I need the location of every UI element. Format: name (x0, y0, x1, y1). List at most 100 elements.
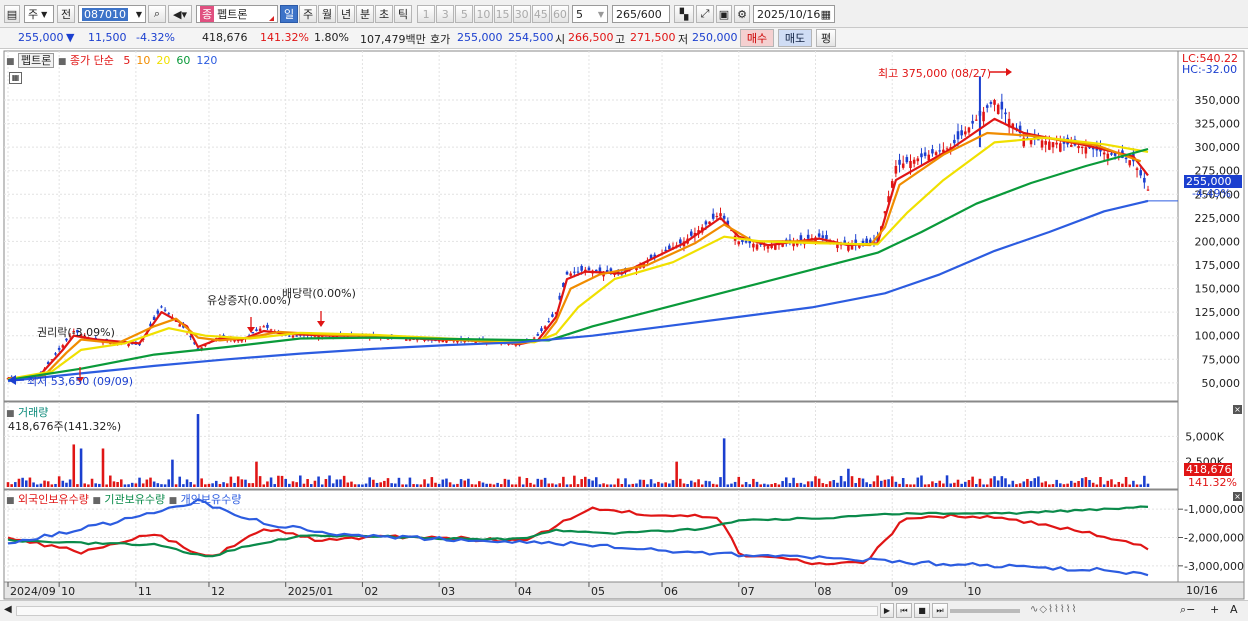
volume-bar (1124, 476, 1128, 487)
high-label: 고 (615, 33, 626, 46)
volume-bar (547, 483, 551, 487)
zoom-slider[interactable] (950, 609, 1020, 613)
volume-bar (828, 481, 832, 487)
volume-bar (233, 482, 236, 487)
minute-option-4[interactable]: 15 (493, 5, 512, 23)
stock-name-field[interactable]: 종 펩트론 (196, 5, 278, 23)
individual-title: 개인보유수량 (180, 493, 242, 506)
volume-bar (309, 484, 313, 487)
minute-option-7[interactable]: 60 (550, 5, 569, 23)
volume-bar (1095, 484, 1099, 487)
minute-option-3[interactable]: 10 (474, 5, 493, 23)
search-icon[interactable]: ⌕ (148, 5, 166, 23)
candle-body (288, 335, 291, 337)
candle-body (291, 335, 295, 338)
zoom-out-icon[interactable]: ⌕− (1180, 603, 1195, 617)
volume-bar (507, 479, 510, 487)
period-tab-2[interactable]: 월 (318, 5, 336, 23)
volume-bar (1011, 480, 1015, 487)
x-tick-label: 06 (664, 585, 678, 598)
stop-icon[interactable]: ■ (914, 603, 930, 618)
period-tab-5[interactable]: 초 (375, 5, 393, 23)
count-field[interactable]: 265/600 (612, 5, 670, 23)
volume-bar (430, 477, 434, 487)
count-value: 265 (616, 7, 637, 21)
grid-toggle-icon[interactable]: ▦ (9, 72, 22, 84)
price-change: 11,500 (88, 31, 127, 44)
volume-bar (562, 476, 565, 487)
zoom-in-icon[interactable]: + (1210, 603, 1219, 616)
period-tab-4[interactable]: 분 (356, 5, 374, 23)
volume-bar (781, 481, 784, 487)
period-tab-0[interactable]: 일 (280, 5, 298, 23)
candle-body (909, 160, 912, 169)
volume-bar (609, 484, 613, 487)
chevron-down-icon: ▼ (597, 9, 604, 19)
buy-button[interactable]: 매수 (740, 29, 774, 47)
price-tick-label: 225,000 (1195, 212, 1241, 225)
volume-bar (255, 461, 258, 487)
volume-bar (368, 477, 372, 487)
date-field[interactable]: 2025/10/16 ▦ (753, 5, 835, 23)
minute-option-5[interactable]: 30 (512, 5, 531, 23)
volume-bar (766, 484, 770, 487)
volume-bar (1084, 477, 1088, 487)
save-icon[interactable]: ▣ (716, 5, 732, 23)
chart-area[interactable]: 50,000 75,000 100,000 125,000 150,000 175,000… (0, 49, 1248, 600)
volume-bar (39, 483, 43, 487)
volume-bar (21, 477, 24, 487)
volume-bar (916, 477, 920, 487)
play-icon[interactable]: ▶ (880, 603, 894, 618)
period-tab-1[interactable]: 주 (299, 5, 317, 23)
scroll-left-icon[interactable]: ◀ (4, 604, 12, 615)
minute-select[interactable]: 5 ▼ (572, 5, 608, 23)
volume-bar (295, 482, 298, 487)
close-icon[interactable]: × (1233, 492, 1242, 501)
draw-tools-icon[interactable]: ∿◇⌇⌇⌇⌇⌇ (1030, 604, 1077, 615)
period-tab-3[interactable]: 년 (337, 5, 355, 23)
candle-body (540, 328, 543, 331)
layout-icon[interactable]: ▤ (4, 5, 20, 23)
volume-bar (631, 483, 635, 487)
period-tabs: 일주월년분초틱 (280, 5, 414, 23)
volume-bar (1139, 484, 1142, 487)
volume-bar (452, 484, 456, 487)
minute-option-1[interactable]: 3 (436, 5, 455, 23)
calendar-icon[interactable]: ▦ (821, 8, 831, 21)
skip-back-icon[interactable]: ⏮ (896, 603, 912, 618)
chart-tool-icon[interactable]: ⤢ (696, 5, 714, 23)
candle-body (817, 233, 821, 237)
mode-select[interactable]: 주 ▼ (24, 5, 54, 23)
candle-body (989, 102, 993, 104)
code-input[interactable]: 087010 ▼ (78, 5, 146, 23)
gear-icon[interactable]: ⚙ (734, 5, 750, 23)
volume-bar (390, 483, 393, 487)
minute-option-2[interactable]: 5 (455, 5, 474, 23)
font-size-icon[interactable]: A (1230, 603, 1238, 616)
event-dividend-label: 배당락(0.00%) (282, 287, 356, 300)
close-icon[interactable]: × (1233, 405, 1242, 414)
sell-button[interactable]: 매도 (778, 29, 812, 47)
volume-bar (558, 483, 562, 487)
candle-body (923, 152, 927, 156)
candle-body (711, 213, 715, 219)
volume-tick-label: 5,000K (1185, 430, 1224, 443)
x-tick-label: 08 (818, 585, 832, 598)
minute-option-6[interactable]: 45 (531, 5, 550, 23)
prefix-button[interactable]: 전 (57, 5, 75, 23)
ma-title: 종가 단순 (69, 54, 114, 67)
bar-settings-icon[interactable]: ▚ (674, 5, 694, 23)
volume-bar (974, 484, 978, 487)
speaker-icon[interactable]: ◀▾ (168, 5, 192, 23)
volume-bar (642, 479, 646, 487)
minute-option-0[interactable]: 1 (417, 5, 436, 23)
skip-forward-icon[interactable]: ⏭ (932, 603, 948, 618)
pane-grip-icon: ■ (168, 496, 178, 506)
volume-bar (598, 484, 602, 487)
price-tick-label: 325,000 (1195, 118, 1241, 131)
scrollbar-track[interactable] (16, 606, 878, 616)
period-tab-6[interactable]: 틱 (394, 5, 412, 23)
volume-bar (942, 483, 945, 487)
volume-bar (1132, 480, 1135, 487)
avg-button[interactable]: 평 (816, 29, 836, 47)
